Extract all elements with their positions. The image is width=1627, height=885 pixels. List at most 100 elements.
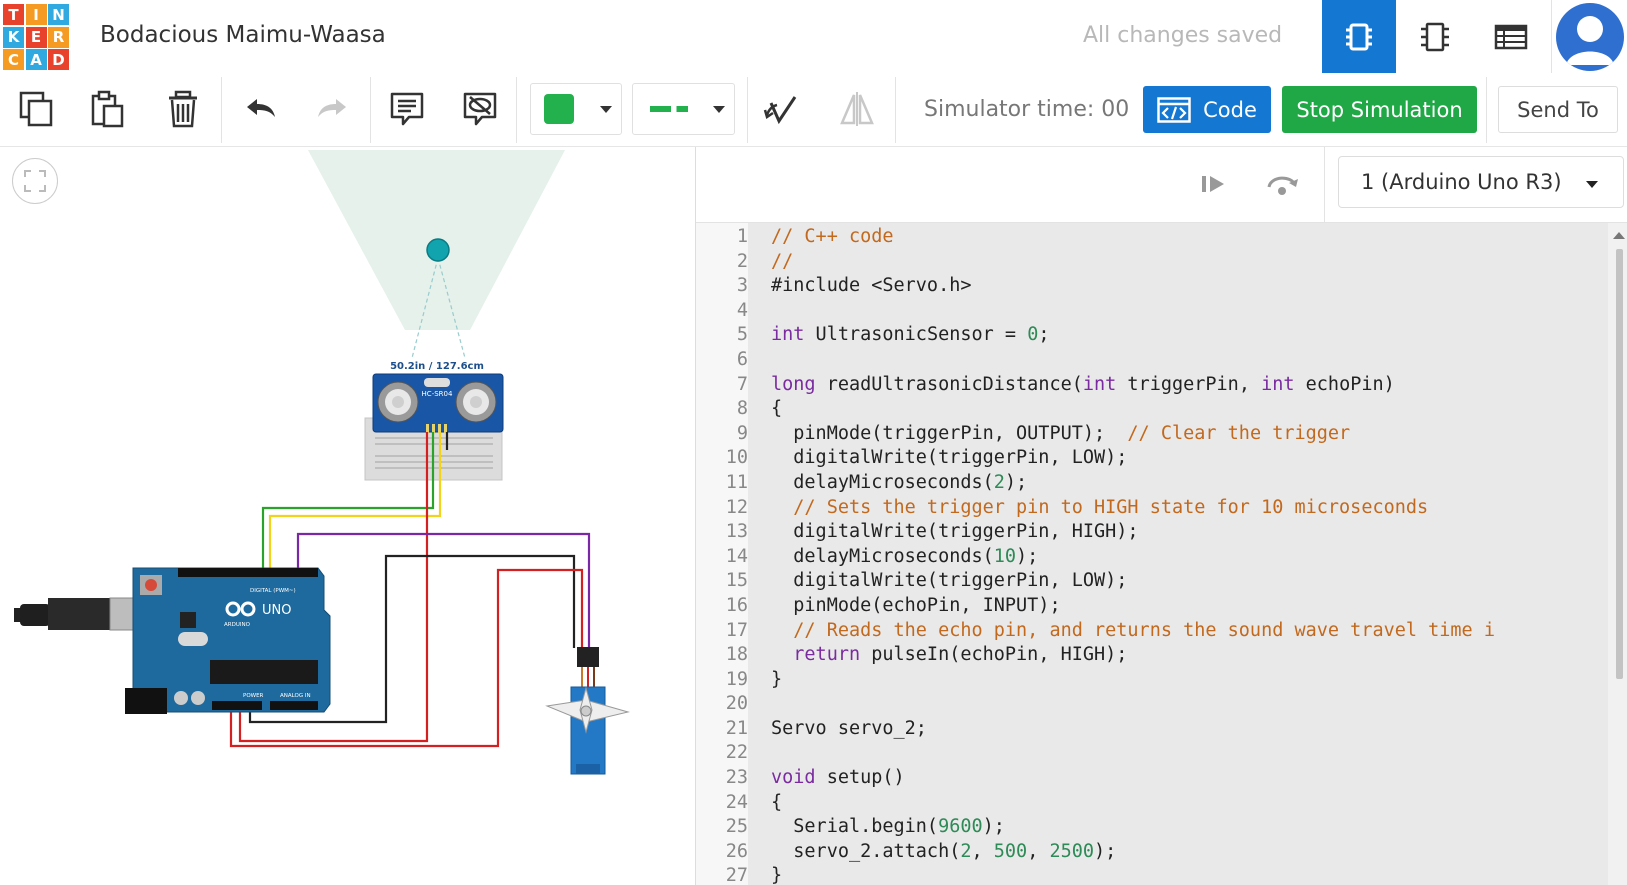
code-line[interactable]: 27} [696, 865, 1614, 885]
component-list-button[interactable] [1474, 0, 1548, 73]
line-number: 27 [725, 865, 748, 885]
code-panel-header: 1 (Arduino Uno R3) [696, 147, 1627, 223]
undo-icon [247, 99, 275, 117]
notes-button[interactable] [385, 87, 429, 131]
code-line[interactable]: 8{ [696, 398, 1614, 423]
code-line[interactable]: 5 int UltrasonicSensor = 0; [696, 324, 1614, 349]
line-number: 5 [736, 324, 748, 346]
code-line[interactable]: 18 return pulseIn(echoPin, HIGH); [696, 644, 1614, 669]
code-line[interactable]: 6 [696, 349, 1614, 374]
line-number: 3 [736, 275, 748, 297]
code-line[interactable]: 13 digitalWrite(triggerPin, HIGH); [696, 521, 1614, 546]
code-line[interactable]: 15 digitalWrite(triggerPin, LOW); [696, 570, 1614, 595]
send-to-button[interactable]: Send To [1498, 86, 1618, 133]
line-text: pinMode(triggerPin, OUTPUT); // Clear th… [771, 422, 1351, 444]
copy-button[interactable] [15, 87, 59, 131]
save-status: All changes saved [1083, 23, 1283, 48]
code-line[interactable]: 7 long readUltrasonicDistance(int trigger… [696, 374, 1614, 399]
trash-icon [169, 90, 197, 128]
step-button[interactable] [1196, 167, 1230, 201]
board-name: UNO [262, 603, 291, 618]
line-number: 17 [725, 619, 748, 641]
caret-down-icon [600, 106, 612, 113]
line-text: return pulseIn(echoPin, HIGH); [793, 644, 1128, 666]
circuit-view-icon [1346, 23, 1372, 50]
line-number: 12 [725, 496, 748, 518]
fill-color-swatch [544, 94, 574, 124]
code-line[interactable]: 11 delayMicroseconds(2); [696, 472, 1614, 497]
code-line[interactable]: 4 [696, 300, 1614, 325]
line-text: // [771, 250, 794, 272]
editor-scrollbar[interactable] [1608, 223, 1627, 885]
line-number: 16 [725, 594, 748, 616]
line-text: } [771, 865, 783, 885]
code-line[interactable]: 20 [696, 693, 1614, 718]
redo-button[interactable] [310, 87, 354, 131]
device-select[interactable]: 1 (Arduino Uno R3) [1338, 156, 1624, 208]
code-line[interactable]: 22 [696, 742, 1614, 767]
logo-letter: R [48, 26, 69, 48]
logo-letter: C [3, 49, 24, 70]
code-line[interactable]: 3 #include <Servo.h> [696, 275, 1614, 300]
schematic-view-button[interactable] [1398, 0, 1472, 73]
redo-icon [318, 99, 346, 117]
circuit-view-button[interactable] [1322, 0, 1396, 73]
digital-header [178, 568, 318, 577]
step-over-button[interactable] [1262, 165, 1302, 203]
code-line[interactable]: 10 digitalWrite(triggerPin, LOW); [696, 447, 1614, 472]
copy-icon [19, 91, 53, 127]
send-to-label: Send To [1517, 97, 1599, 122]
project-title[interactable]: Bodacious Maimu-Waasa [100, 22, 386, 48]
user-avatar[interactable] [1556, 3, 1624, 71]
line-text: // Reads the echo pin, and returns the s… [793, 619, 1495, 641]
wire-color-picker[interactable] [632, 83, 735, 135]
code-line[interactable]: 21 Servo servo_2; [696, 718, 1614, 743]
rotate-button[interactable] [759, 87, 803, 131]
top-bar: TIN KER CAD Bodacious Maimu-Waasa All chan… [0, 0, 1627, 74]
code-panel: 1 (Arduino Uno R3) 1 // C++ code 2 // 3 #incl… [695, 147, 1627, 885]
code-line[interactable]: 1 // C++ code [696, 226, 1614, 251]
divider [747, 77, 748, 143]
scrollbar-thumb[interactable] [1616, 249, 1623, 679]
code-line[interactable]: 23 void setup() [696, 767, 1614, 792]
line-number: 20 [725, 693, 748, 715]
line-text: delayMicroseconds(2); [771, 471, 1028, 493]
line-number: 1 [736, 226, 748, 247]
code-line[interactable]: 26 servo_2.attach(2, 500, 2500); [696, 841, 1614, 866]
divider [1551, 0, 1552, 73]
code-lines: 1 // C++ code 2 // 3 #include <Servo.h> 4 5 int … [696, 226, 1614, 885]
code-line[interactable]: 25 Serial.begin(9600); [696, 816, 1614, 841]
line-number: 23 [725, 767, 748, 789]
circuit-diagram: HC-SR04 50.2in / 127.6cm UNO ARDUINO DIG… [14, 150, 630, 775]
line-text: int UltrasonicSensor = 0; [771, 324, 1050, 346]
line-number: 18 [725, 644, 748, 666]
tinkercad-logo[interactable]: TIN KER CAD [3, 4, 69, 70]
code-line[interactable]: 9 pinMode(triggerPin, OUTPUT); // Clear … [696, 423, 1614, 448]
code-line[interactable]: 14 delayMicroseconds(10); [696, 546, 1614, 571]
toggle-notes-visibility-button[interactable] [458, 87, 502, 131]
undo-button[interactable] [239, 87, 283, 131]
code-line[interactable]: 16 pinMode(echoPin, INPUT); [696, 595, 1614, 620]
stop-simulation-button[interactable]: Stop Simulation [1282, 86, 1477, 133]
scroll-up-arrow-icon[interactable] [1612, 231, 1626, 241]
logo-letter: A [25, 49, 47, 70]
code-editor[interactable]: 1 // C++ code 2 // 3 #include <Servo.h> 4 5 int … [696, 223, 1627, 885]
code-line[interactable]: 19} [696, 669, 1614, 694]
fill-color-picker[interactable] [530, 83, 622, 135]
delete-button[interactable] [162, 87, 206, 131]
divider [221, 77, 222, 143]
circuit-canvas[interactable]: HC-SR04 50.2in / 127.6cm UNO ARDUINO DIG… [0, 147, 695, 885]
user-icon [1566, 16, 1614, 65]
code-line[interactable]: 2 // [696, 251, 1614, 276]
line-number: 22 [725, 742, 748, 764]
code-line[interactable]: 24 { [696, 792, 1614, 817]
paste-button[interactable] [86, 87, 130, 131]
code-line[interactable]: 17 // Reads the echo pin, and returns th… [696, 620, 1614, 645]
line-number: 10 [725, 447, 748, 469]
flip-button[interactable] [835, 87, 879, 131]
line-text: digitalWrite(triggerPin, HIGH); [771, 521, 1139, 543]
code-button[interactable]: Code [1143, 86, 1271, 133]
usb-plug [48, 598, 112, 630]
code-line[interactable]: 12 // Sets the trigger pin to HIGH state… [696, 497, 1614, 522]
servo-connector [577, 647, 599, 667]
